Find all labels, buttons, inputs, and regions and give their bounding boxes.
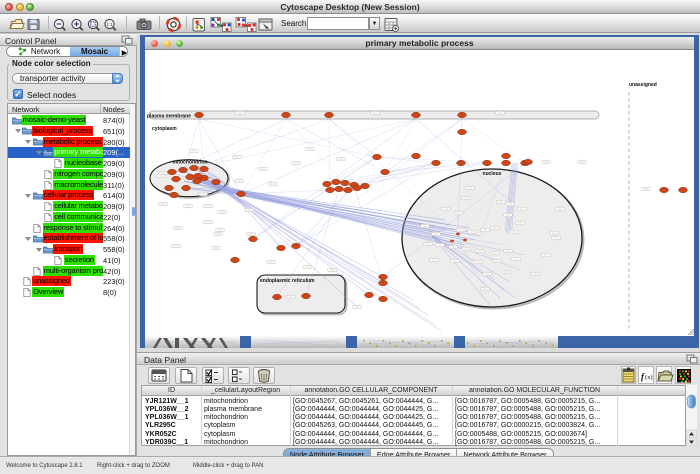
svg-text:1:1: 1:1	[106, 22, 113, 27]
svg-text:cytoplasm: cytoplasm	[152, 126, 177, 132]
svg-text:(x): (x)	[645, 374, 653, 381]
svg-text:plasma membrane: plasma membrane	[147, 114, 191, 120]
svg-text:mitochondrion: mitochondrion	[173, 160, 208, 166]
svg-text:endoplasmic reticulum: endoplasmic reticulum	[260, 278, 315, 284]
svg-text:unassigned: unassigned	[629, 82, 657, 88]
svg-text:nucleus: nucleus	[483, 171, 502, 177]
